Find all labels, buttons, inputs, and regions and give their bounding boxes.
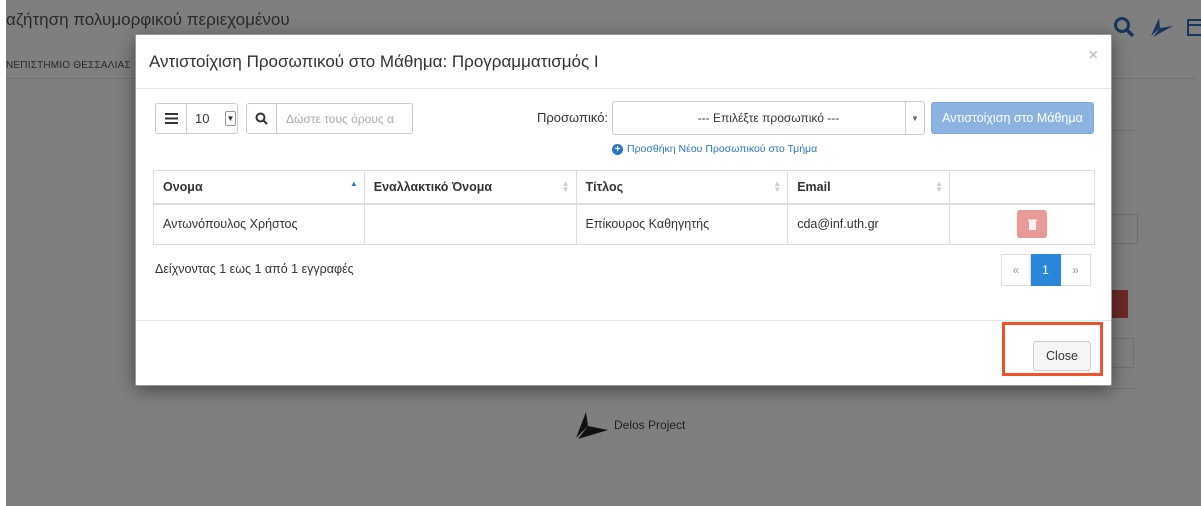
- trash-icon: [1027, 219, 1037, 230]
- sort-icon: ▲ ▼: [773, 179, 782, 194]
- staff-label: Προσωπικό:: [537, 110, 609, 125]
- add-staff-link-label: Προσθήκη Νέου Προσωπικού στο Τμήμα: [627, 143, 818, 155]
- sort-asc-icon: ▲: [349, 179, 358, 188]
- sort-icon: ▲ ▼: [935, 179, 944, 194]
- plus-circle-icon: +: [612, 143, 623, 155]
- table-row: Αντωνόπουλος Χρήστος Επίκουρος Καθηγητής…: [153, 203, 1095, 245]
- list-icon[interactable]: [156, 104, 186, 133]
- staff-table: Ονομα ▲ Εναλλακτικό Όνομα ▲ ▼ Τίτλος ▲ ▼ Emai…: [153, 170, 1095, 245]
- modal-header: Αντιστοίχιση Προσωπικού στο Μάθημα: Προγ…: [136, 35, 1111, 89]
- column-header-name[interactable]: Ονομα ▲: [153, 170, 365, 205]
- column-header-email[interactable]: Email ▲ ▼: [787, 170, 951, 205]
- delete-button[interactable]: [1017, 210, 1048, 239]
- highlight-box: [1002, 322, 1103, 376]
- sort-icon: ▲ ▼: [561, 179, 570, 194]
- column-header-actions: [949, 170, 1095, 205]
- table-toolbar: 10 ▼: [155, 103, 413, 134]
- chevron-down-icon[interactable]: ▼: [905, 102, 924, 134]
- staff-select[interactable]: --- Επιλέξτε προσωπικό --- ▼: [612, 101, 925, 135]
- assign-to-course-button[interactable]: Αντιστοίχιση στο Μάθημα: [931, 102, 1094, 134]
- modal-footer: Close: [136, 320, 1111, 386]
- staff-select-value: --- Επιλέξτε προσωπικό ---: [697, 111, 840, 125]
- assign-staff-modal: Αντιστοίχιση Προσωπικού στο Μάθημα: Προγ…: [135, 34, 1112, 386]
- cell-alt-name: [363, 203, 577, 245]
- page-length-select[interactable]: 10: [186, 104, 224, 133]
- cell-email: cda@inf.uth.gr: [787, 203, 951, 245]
- pagination-next[interactable]: »: [1061, 254, 1091, 286]
- close-icon[interactable]: ×: [1089, 47, 1098, 65]
- pagination: « 1 »: [1001, 254, 1091, 286]
- add-staff-link[interactable]: + Προσθήκη Νέου Προσωπικού στο Τμήμα: [612, 143, 817, 155]
- column-header-alt-name[interactable]: Εναλλακτικό Όνομα ▲ ▼: [363, 170, 577, 205]
- pagination-page[interactable]: 1: [1031, 254, 1061, 286]
- cell-title: Επίκουρος Καθηγητής: [575, 203, 789, 245]
- search-input[interactable]: [277, 104, 412, 133]
- pagination-prev[interactable]: «: [1001, 254, 1031, 286]
- column-header-title[interactable]: Τίτλος ▲ ▼: [575, 170, 789, 205]
- search-icon[interactable]: [247, 104, 277, 133]
- table-header-row: Ονομα ▲ Εναλλακτικό Όνομα ▲ ▼ Τίτλος ▲ ▼ Emai…: [153, 170, 1095, 205]
- table-info: Δείχνοντας 1 εως 1 από 1 εγγραφές: [155, 262, 354, 276]
- page-length-group: 10 ▼: [155, 103, 238, 134]
- cell-actions: [949, 203, 1095, 245]
- search-group: [246, 103, 413, 134]
- modal-title: Αντιστοίχιση Προσωπικού στο Μάθημα: Προγ…: [149, 52, 599, 71]
- chevron-down-icon[interactable]: ▼: [224, 104, 237, 133]
- cell-name: Αντωνόπουλος Χρήστος: [153, 203, 365, 245]
